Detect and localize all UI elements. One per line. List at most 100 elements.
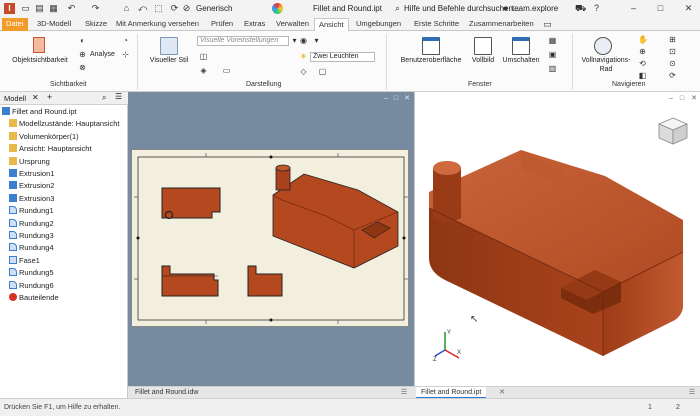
browser-add-button[interactable]: + — [47, 92, 52, 102]
browser-tab-model[interactable]: Modell — [4, 94, 26, 103]
browser-close-icon[interactable]: ✕ — [32, 93, 39, 102]
tree-item[interactable]: Volumenkörper(1) — [0, 131, 79, 144]
document-icon[interactable]: ▭ — [20, 3, 31, 14]
tab-erste-schritte[interactable]: Erste Schritte — [410, 18, 463, 31]
orthographic-icon[interactable]: ◇ — [299, 67, 308, 76]
analysis-button[interactable]: Analyse — [90, 51, 115, 58]
tab-skizze[interactable]: Skizze — [81, 18, 111, 31]
zoom-window-icon[interactable]: ⊡ — [668, 47, 677, 56]
ground-plane-icon[interactable]: ▭ — [222, 66, 231, 75]
tree-item[interactable]: Rundung4 — [0, 242, 54, 255]
reflections-icon[interactable]: ◈ — [199, 66, 208, 75]
object-visibility-icon[interactable] — [31, 36, 49, 56]
color-override-icon[interactable]: ◉ — [299, 36, 308, 45]
steering-wheel-icon[interactable] — [594, 37, 612, 55]
drawing-view[interactable]: – □ ✕ — [128, 92, 414, 386]
chevron-down-icon[interactable]: ▾ — [290, 36, 299, 45]
free-orbit-icon[interactable]: ⟳ — [668, 71, 677, 80]
return-icon[interactable]: ⤺ — [137, 3, 148, 14]
model-3d-view[interactable]: – □ ✕ Z Y X ↖ — [414, 92, 700, 386]
tab-pruefen[interactable]: Prüfen — [207, 18, 237, 31]
nav-wheel-button-line1[interactable]: Vollnavigations- — [580, 57, 632, 64]
menu-icon[interactable]: ☰ — [688, 389, 696, 397]
minimize-icon[interactable]: – — [382, 95, 390, 103]
cancel-icon[interactable]: ⊘ — [181, 3, 192, 14]
pan-icon[interactable]: ✋ — [638, 35, 648, 44]
settings-chevron-icon[interactable]: ▾ — [312, 36, 321, 45]
tab-ansicht[interactable]: Ansicht — [314, 18, 349, 32]
save-icon[interactable]: ▦ — [48, 3, 59, 14]
tab-verwalten[interactable]: Verwalten — [272, 18, 313, 31]
close-icon[interactable]: ✕ — [498, 389, 506, 397]
tree-item[interactable]: Rundung6 — [0, 280, 54, 293]
tab-anmerkung[interactable]: Mit Anmerkung versehen — [112, 18, 203, 31]
look-at-icon[interactable]: ◧ — [638, 71, 647, 80]
home-icon[interactable]: ⌂ — [121, 3, 132, 14]
tree-item[interactable]: Modellzustände: Hauptansicht — [0, 118, 119, 131]
redo-icon[interactable]: ↷ — [90, 3, 101, 14]
tab-zusammenarbeiten[interactable]: Zusammenarbeiten — [465, 18, 538, 31]
zoom-all-icon[interactable]: ⊞ — [668, 35, 677, 44]
app-logo-icon[interactable]: I — [4, 3, 15, 14]
drawing-sheet[interactable] — [131, 149, 409, 327]
switch-window-icon[interactable] — [512, 37, 530, 55]
maximize-icon[interactable]: □ — [655, 3, 666, 14]
user-interface-button[interactable]: Benutzeroberfläche — [398, 57, 464, 64]
cascade-icon[interactable]: ▣ — [548, 50, 557, 59]
zoom-selected-icon[interactable]: ⊙ — [668, 59, 677, 68]
tree-item[interactable]: Ansicht: Hauptansicht — [0, 143, 92, 156]
tile-icon[interactable]: ▥ — [548, 64, 557, 73]
tree-item[interactable]: Rundung2 — [0, 218, 54, 231]
menu-icon[interactable]: ☰ — [115, 92, 122, 101]
fullscreen-icon[interactable] — [474, 37, 492, 55]
update-icon[interactable]: ⟳ — [169, 3, 180, 14]
close-icon[interactable]: ✕ — [683, 3, 694, 14]
analysis-icon[interactable]: ⊕ — [78, 50, 87, 59]
tab-extras[interactable]: Extras — [240, 18, 269, 31]
tree-item[interactable]: Ursprung — [0, 156, 50, 169]
switch-window-button[interactable]: Umschalten — [500, 57, 542, 64]
arrange-icon[interactable]: ▦ — [548, 36, 557, 45]
select-icon[interactable]: ⬚ — [153, 3, 164, 14]
tree-item[interactable]: Fase1 — [0, 255, 40, 268]
visual-settings-dropdown[interactable]: Visuelle Voreinstellungen — [197, 36, 289, 46]
undo-icon[interactable]: ↶ — [66, 3, 77, 14]
camera-icon[interactable]: ▢ — [318, 67, 327, 76]
tree-item[interactable]: Bauteilende — [0, 292, 59, 305]
nav-wheel-button-line2[interactable]: Rad — [580, 66, 632, 73]
tree-item[interactable]: Extrusion3 — [0, 193, 54, 206]
object-visibility-button[interactable]: Objektsichtbarkeit — [10, 57, 70, 64]
tab-datei[interactable]: Datei — [2, 18, 28, 31]
user-interface-icon[interactable] — [422, 37, 440, 55]
tab-3d-modell[interactable]: 3D-Modell — [33, 18, 75, 31]
tree-item[interactable]: Rundung5 — [0, 267, 54, 280]
mode-dropdown[interactable]: Generisch — [196, 4, 232, 13]
lighting-dropdown[interactable]: Zwei Leuchten — [310, 52, 375, 62]
visual-style-icon[interactable] — [160, 37, 178, 55]
help-icon[interactable]: ? — [591, 3, 602, 14]
visual-style-button[interactable]: Visueller Stil — [145, 57, 193, 64]
folder-open-icon[interactable]: ▤ — [34, 3, 45, 14]
user-name[interactable]: team.explore — [512, 4, 558, 13]
menu-icon[interactable]: ☰ — [400, 389, 408, 397]
search-icon[interactable]: ⌕ — [392, 3, 403, 14]
fillet-display-icon[interactable]: ◔ — [121, 36, 130, 45]
tree-item[interactable]: Fillet and Round.ipt — [0, 106, 77, 119]
shadows-icon[interactable]: ◫ — [199, 52, 208, 61]
close-icon[interactable]: ✕ — [403, 95, 411, 103]
orbit-icon[interactable]: ⟲ — [638, 59, 647, 68]
tree-item[interactable]: Rundung1 — [0, 205, 54, 218]
zoom-icon[interactable]: ⊕ — [638, 47, 647, 56]
cart-icon[interactable]: ⛟ — [575, 3, 586, 14]
tree-item[interactable]: Rundung3 — [0, 230, 54, 243]
tree-item[interactable]: Extrusion1 — [0, 168, 54, 181]
center-of-gravity-icon[interactable]: ⊗ — [78, 63, 87, 72]
minimize-icon[interactable]: – — [628, 3, 639, 14]
search-icon[interactable]: ⌕ — [102, 93, 106, 103]
maximize-icon[interactable]: □ — [392, 95, 400, 103]
appearance-icon[interactable]: ◐ — [78, 36, 87, 45]
tree-item[interactable]: Extrusion2 — [0, 180, 54, 193]
ribbon-toggle-icon[interactable]: ▭ — [542, 19, 553, 30]
fullscreen-button[interactable]: Vollbild — [466, 57, 500, 64]
crosshair-icon[interactable]: ⊹ — [121, 50, 130, 59]
